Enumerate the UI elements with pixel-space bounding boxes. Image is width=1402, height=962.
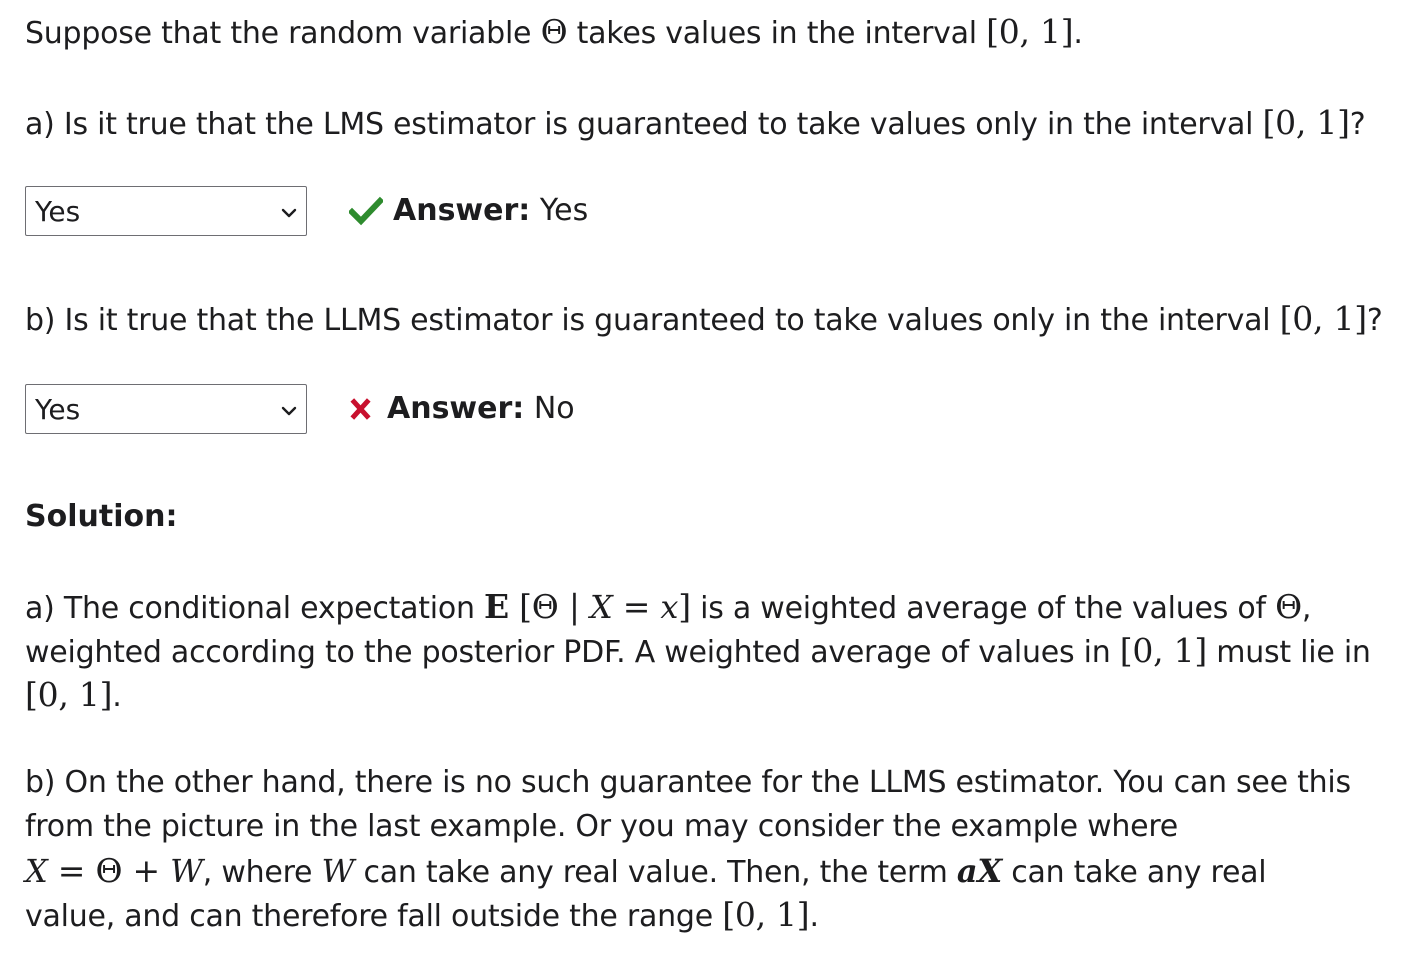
solution-a-line-2: weighted according to the posterior PDF.… — [25, 631, 1371, 670]
solution-b-line-3: X = Θ + W, where W can take any real val… — [25, 851, 1267, 890]
question-b-text: b) Is it true that the LLMS estimator is… — [25, 299, 1383, 338]
question-a-text: a) Is it true that the LMS estimator is … — [25, 103, 1366, 142]
chevron-down-icon — [281, 406, 297, 416]
solution-b-line-1: b) On the other hand, there is no such g… — [25, 765, 1351, 800]
answer-a-feedback: Answer: Yes — [349, 189, 588, 233]
answer-b-selected-value: Yes — [35, 392, 81, 426]
answer-b-feedback: Answer: No — [349, 387, 575, 431]
chevron-down-icon — [281, 208, 297, 218]
solution-a-line-3: [0, 1]. — [25, 675, 122, 714]
solution-a-line-1: a) The conditional expectation E [Θ | X … — [25, 587, 1312, 626]
answer-a-select[interactable]: Yes — [25, 186, 307, 236]
solution-title: Solution: — [25, 499, 178, 534]
solution-b-line-2: from the picture in the last example. Or… — [25, 809, 1178, 844]
answer-b-select[interactable]: Yes — [25, 384, 307, 434]
intro-text: Suppose that the random variable Θ takes… — [25, 12, 1083, 51]
x-mark-icon — [350, 398, 371, 420]
answer-a-selected-value: Yes — [35, 194, 81, 228]
solution-b-line-4: value, and can therefore fall outside th… — [25, 895, 819, 934]
checkmark-icon — [349, 196, 383, 226]
